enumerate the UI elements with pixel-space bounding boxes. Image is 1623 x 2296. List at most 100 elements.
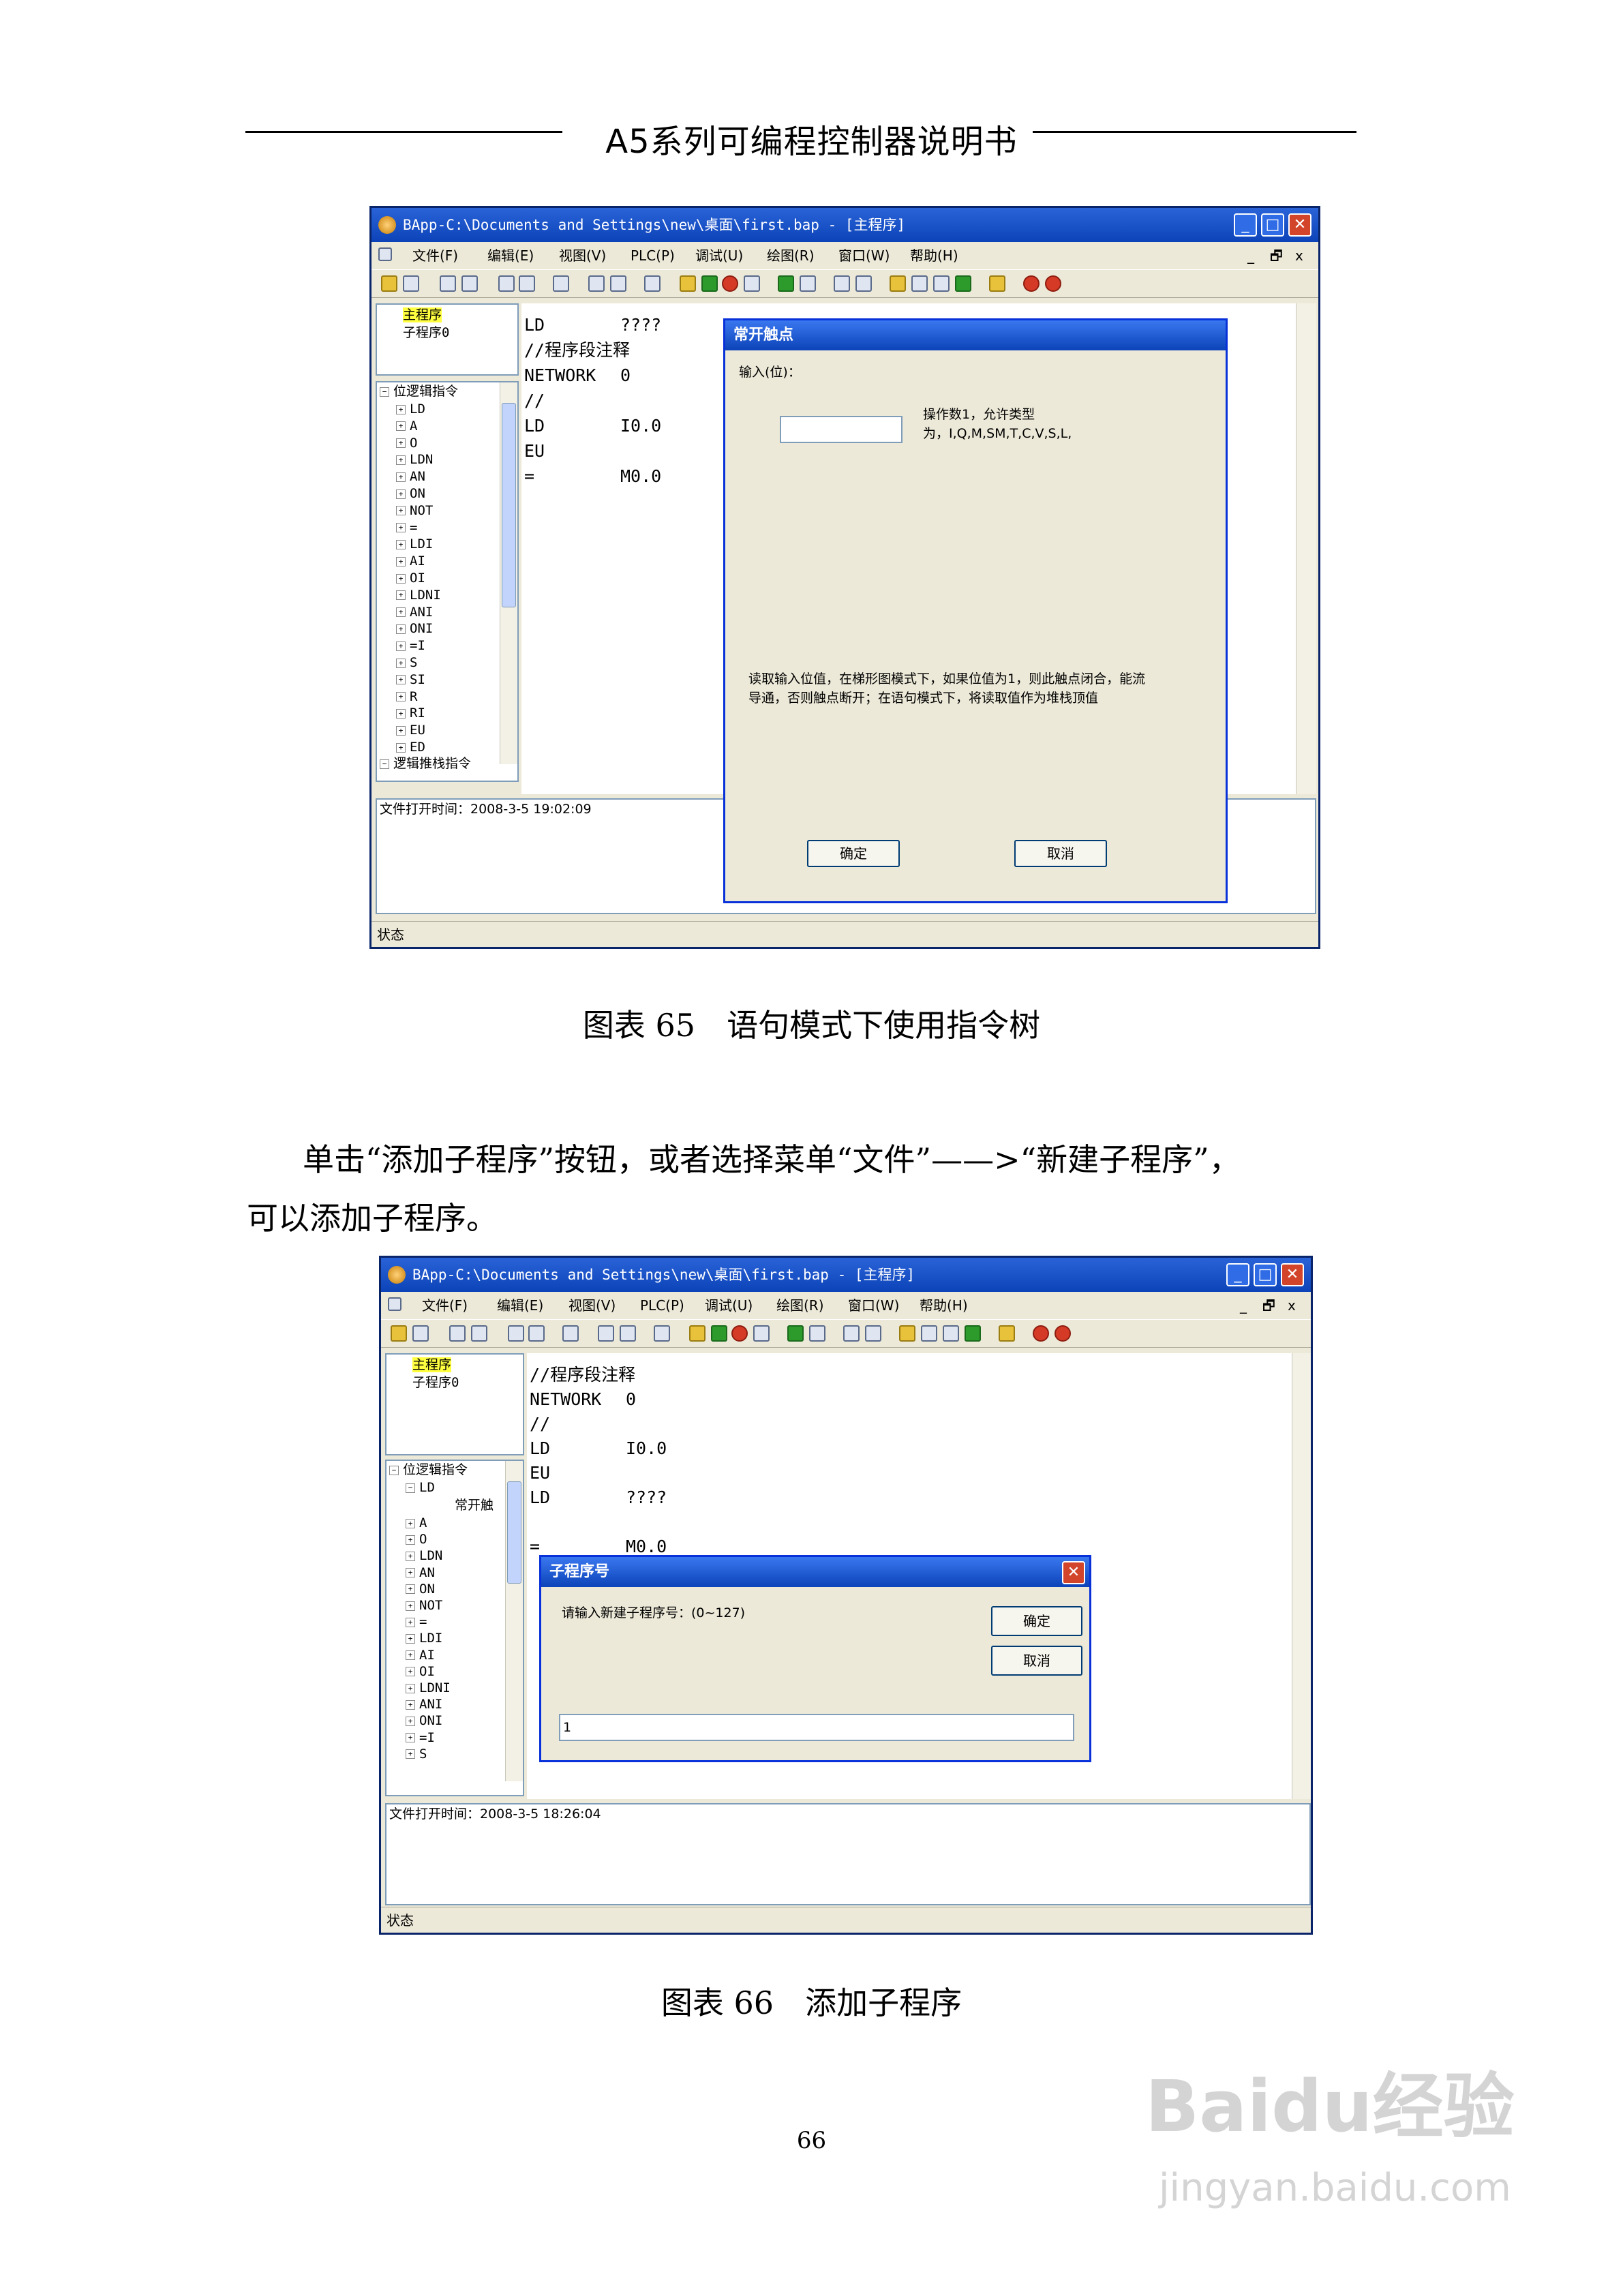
tree-item[interactable]: + O: [406, 1530, 427, 1548]
print-preview-icon[interactable]: [461, 275, 478, 292]
tree-item[interactable]: + AN: [406, 1564, 435, 1582]
menu-draw[interactable]: 绘图(R): [776, 1292, 824, 1319]
expand-icon[interactable]: +: [396, 641, 406, 651]
expand-icon[interactable]: +: [396, 489, 406, 499]
menu-file[interactable]: 文件(F): [412, 242, 458, 269]
operand-input[interactable]: [780, 416, 902, 443]
target-icon[interactable]: [1045, 275, 1061, 292]
coil-icon[interactable]: [921, 1325, 937, 1342]
tree-item-sub0[interactable]: 子程序0: [412, 1375, 459, 1390]
editor-scrollbar[interactable]: [1296, 303, 1316, 794]
tree-item[interactable]: + NOT: [406, 1597, 442, 1614]
expand-icon[interactable]: +: [396, 590, 406, 601]
subroutine-number-input[interactable]: 1: [559, 1714, 1074, 1741]
tree-item-ld[interactable]: LD: [419, 1480, 435, 1495]
tree-item[interactable]: + A: [406, 1514, 427, 1532]
ok-button[interactable]: 确定: [991, 1606, 1082, 1636]
menu-debug[interactable]: 调试(U): [695, 242, 743, 269]
print-preview-icon[interactable]: [471, 1325, 487, 1342]
list-icon[interactable]: [644, 275, 661, 292]
maximize-button[interactable]: □: [1261, 213, 1284, 237]
statement-icon[interactable]: [809, 1325, 825, 1342]
menu-window[interactable]: 窗口(W): [838, 242, 890, 269]
target-icon[interactable]: [1055, 1325, 1071, 1342]
tree-item[interactable]: + ANI: [396, 603, 433, 621]
ok-button[interactable]: 确定: [807, 840, 900, 867]
expand-icon[interactable]: +: [406, 1650, 415, 1661]
tree-item[interactable]: + S: [406, 1745, 427, 1763]
expand-icon[interactable]: +: [396, 658, 406, 668]
open-icon[interactable]: [381, 275, 397, 292]
undo-icon[interactable]: [508, 1325, 524, 1342]
expand-icon[interactable]: +: [406, 1716, 415, 1726]
cancel-button[interactable]: 取消: [991, 1646, 1082, 1676]
tree-item[interactable]: + LDNI: [406, 1679, 451, 1697]
tree-item[interactable]: + LDNI: [396, 586, 441, 604]
menu-draw[interactable]: 绘图(R): [767, 242, 815, 269]
tree-item[interactable]: + LDI: [406, 1629, 442, 1647]
insert-network-icon[interactable]: [598, 1325, 614, 1342]
expand-icon[interactable]: +: [406, 1584, 415, 1595]
expand-icon[interactable]: +: [396, 539, 406, 549]
tree-item[interactable]: + R: [396, 688, 417, 706]
expand-icon[interactable]: +: [396, 624, 406, 634]
minimize-button[interactable]: _: [1226, 1263, 1249, 1286]
tree-item[interactable]: + =I: [406, 1729, 435, 1747]
pen-icon[interactable]: [955, 275, 971, 292]
copy-icon[interactable]: [562, 1325, 579, 1342]
tree-item[interactable]: + LDN: [406, 1547, 442, 1565]
close-button[interactable]: ✕: [1281, 1263, 1304, 1286]
expand-icon[interactable]: +: [406, 1601, 415, 1611]
save-icon[interactable]: [412, 1325, 429, 1342]
expand-icon[interactable]: +: [396, 607, 406, 618]
tree-item[interactable]: + ONI: [406, 1712, 442, 1729]
tree-item[interactable]: + ED: [396, 738, 425, 756]
expand-icon[interactable]: +: [396, 421, 406, 432]
tree-item[interactable]: + LDN: [396, 451, 433, 468]
redo-icon[interactable]: [519, 275, 535, 292]
expand-icon[interactable]: +: [396, 675, 406, 685]
maximize-button[interactable]: □: [1254, 1263, 1277, 1286]
close-button[interactable]: ✕: [1288, 213, 1311, 237]
menu-view[interactable]: 视图(V): [559, 242, 606, 269]
doc-minimize-button[interactable]: _: [1247, 242, 1254, 269]
menu-plc[interactable]: PLC(P): [640, 1292, 684, 1319]
doc-restore-button[interactable]: 🗗: [1270, 242, 1283, 269]
expand-icon[interactable]: +: [396, 404, 406, 414]
tree-item[interactable]: + OI: [406, 1663, 435, 1680]
run-icon[interactable]: [711, 1325, 727, 1342]
menu-debug[interactable]: 调试(U): [705, 1292, 753, 1319]
expand-icon[interactable]: +: [406, 1749, 415, 1759]
dialog-close-button[interactable]: ✕: [1062, 1561, 1085, 1584]
tree-item[interactable]: + SI: [396, 671, 425, 689]
refresh-icon[interactable]: [1033, 1325, 1049, 1342]
expand-icon[interactable]: +: [396, 438, 406, 449]
expand-icon[interactable]: +: [406, 1733, 415, 1743]
stop-icon[interactable]: [722, 275, 738, 292]
menu-help[interactable]: 帮助(H): [910, 242, 958, 269]
tree-item[interactable]: + LDI: [396, 535, 433, 553]
redo-icon[interactable]: [528, 1325, 545, 1342]
tree-item[interactable]: + =: [396, 519, 417, 537]
upload-icon[interactable]: [843, 1325, 860, 1342]
check-icon[interactable]: [778, 275, 794, 292]
tree-scrollbar[interactable]: [505, 1461, 523, 1781]
tree-scrollbar[interactable]: [500, 382, 517, 764]
halt-icon[interactable]: [753, 1325, 770, 1342]
cancel-button[interactable]: 取消: [1014, 840, 1107, 867]
expand-icon[interactable]: +: [396, 708, 406, 719]
pen-icon[interactable]: [965, 1325, 981, 1342]
tree-item[interactable]: + OI: [396, 569, 425, 587]
halt-icon[interactable]: [744, 275, 760, 292]
copy-icon[interactable]: [553, 275, 569, 292]
expand-icon[interactable]: +: [406, 1617, 415, 1627]
tree-item[interactable]: + S: [396, 654, 417, 671]
refresh-icon[interactable]: [1023, 275, 1040, 292]
doc-close-button[interactable]: x: [1288, 1292, 1296, 1319]
list-icon[interactable]: [654, 1325, 670, 1342]
tree-item[interactable]: + AN: [396, 468, 425, 485]
tree-item[interactable]: + NOT: [396, 502, 433, 519]
align-icon[interactable]: [610, 275, 626, 292]
lock-icon[interactable]: [999, 1325, 1015, 1342]
tree-item[interactable]: + ON: [396, 485, 425, 502]
